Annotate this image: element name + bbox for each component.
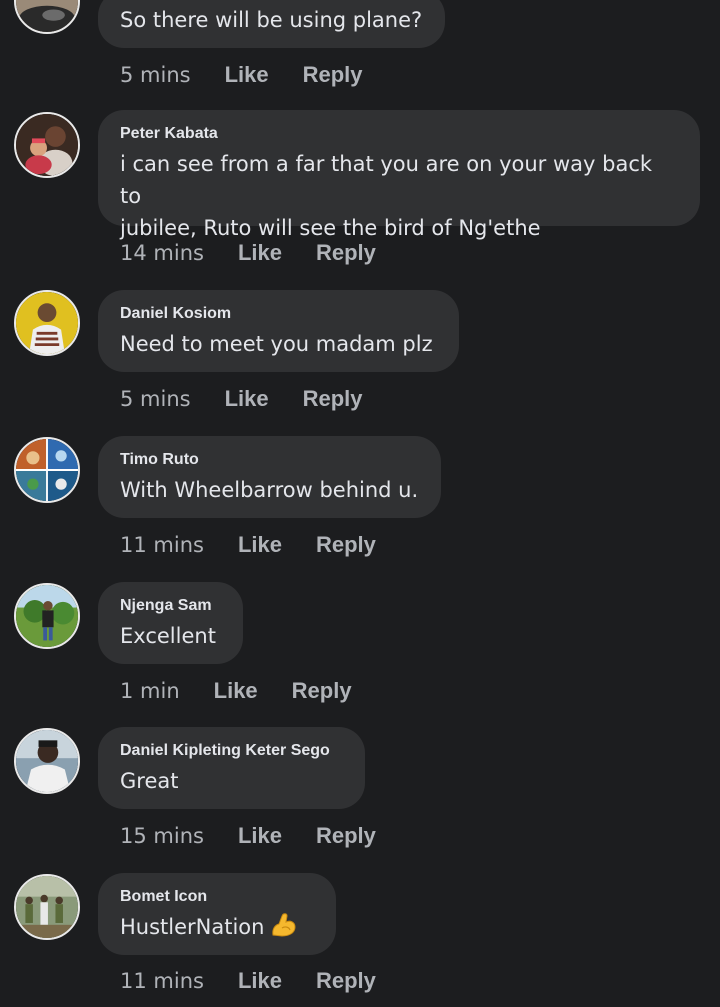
comment-timestamp[interactable]: 11 mins [120,533,204,557]
avatar-photo-icon [16,876,78,938]
comment-author[interactable]: Timo Ruto [120,450,419,470]
avatar[interactable] [14,583,80,649]
avatar[interactable] [14,290,80,356]
comment-bubble[interactable]: So there will be using plane? [98,0,445,48]
comment-text: Excellent [120,624,216,648]
avatar-photo-icon [16,730,78,792]
comment-timestamp[interactable]: 11 mins [120,969,204,993]
avatar-photo-icon [16,292,78,354]
like-button[interactable]: Like [214,678,258,704]
comment-actions: 1 min Like Reply [120,676,352,706]
comment-bubble[interactable]: Bomet Icon HustlerNation [98,873,336,955]
reply-button[interactable]: Reply [303,62,363,88]
avatar-photo-icon [16,439,78,501]
comment-timestamp[interactable]: 5 mins [120,387,191,411]
comment-bubble[interactable]: Daniel Kipleting Keter Sego Great [98,727,365,809]
comment-actions: 15 mins Like Reply [120,821,376,851]
comment-bubble[interactable]: Njenga Sam Excellent [98,582,243,664]
avatar[interactable] [14,874,80,940]
comment-author[interactable]: Bomet Icon [120,887,314,907]
like-button[interactable]: Like [225,62,269,88]
flexed-biceps-icon [272,913,296,937]
reply-button[interactable]: Reply [316,968,376,994]
comment-actions: 14 mins Like Reply [120,238,376,268]
comment-timestamp[interactable]: 1 min [120,679,180,703]
like-button[interactable]: Like [225,386,269,412]
comment-text-body: HustlerNation [120,915,265,939]
comment-author[interactable]: Peter Kabata [120,124,678,144]
reply-button[interactable]: Reply [316,240,376,266]
avatar-photo-icon [16,0,78,32]
comment-timestamp[interactable]: 14 mins [120,241,204,265]
like-button[interactable]: Like [238,532,282,558]
comment-text: HustlerNation [120,911,314,943]
avatar[interactable] [14,728,80,794]
comment-actions: 5 mins Like Reply [120,384,363,414]
avatar[interactable] [14,437,80,503]
like-button[interactable]: Like [238,968,282,994]
avatar[interactable] [14,112,80,178]
reply-button[interactable]: Reply [292,678,352,704]
avatar-photo-icon [16,114,78,176]
comment-bubble[interactable]: Timo Ruto With Wheelbarrow behind u. [98,436,441,518]
like-button[interactable]: Like [238,240,282,266]
comment-actions: 5 mins Like Reply [120,60,363,90]
comment-timestamp[interactable]: 5 mins [120,63,191,87]
comment-author[interactable]: Daniel Kosiom [120,304,437,324]
like-button[interactable]: Like [238,823,282,849]
comment-author[interactable]: Njenga Sam [120,596,221,616]
comment-text: So there will be using plane? [120,8,423,32]
comment-text: Great [120,769,179,793]
avatar[interactable] [14,0,80,34]
comment-actions: 11 mins Like Reply [120,966,376,996]
comment-actions: 11 mins Like Reply [120,530,376,560]
comment-bubble[interactable]: Daniel Kosiom Need to meet you madam plz [98,290,459,372]
comment-bubble[interactable]: Peter Kabata i can see from a far that y… [98,110,700,240]
comment-text: With Wheelbarrow behind u. [120,478,419,502]
reply-button[interactable]: Reply [303,386,363,412]
comment-text: i can see from a far that you are on you… [120,152,653,240]
comment-text: Need to meet you madam plz [120,332,433,356]
comment-author[interactable]: Daniel Kipleting Keter Sego [120,741,343,761]
reply-button[interactable]: Reply [316,532,376,558]
reply-button[interactable]: Reply [316,823,376,849]
avatar-photo-icon [16,585,78,647]
comment-timestamp[interactable]: 15 mins [120,824,204,848]
